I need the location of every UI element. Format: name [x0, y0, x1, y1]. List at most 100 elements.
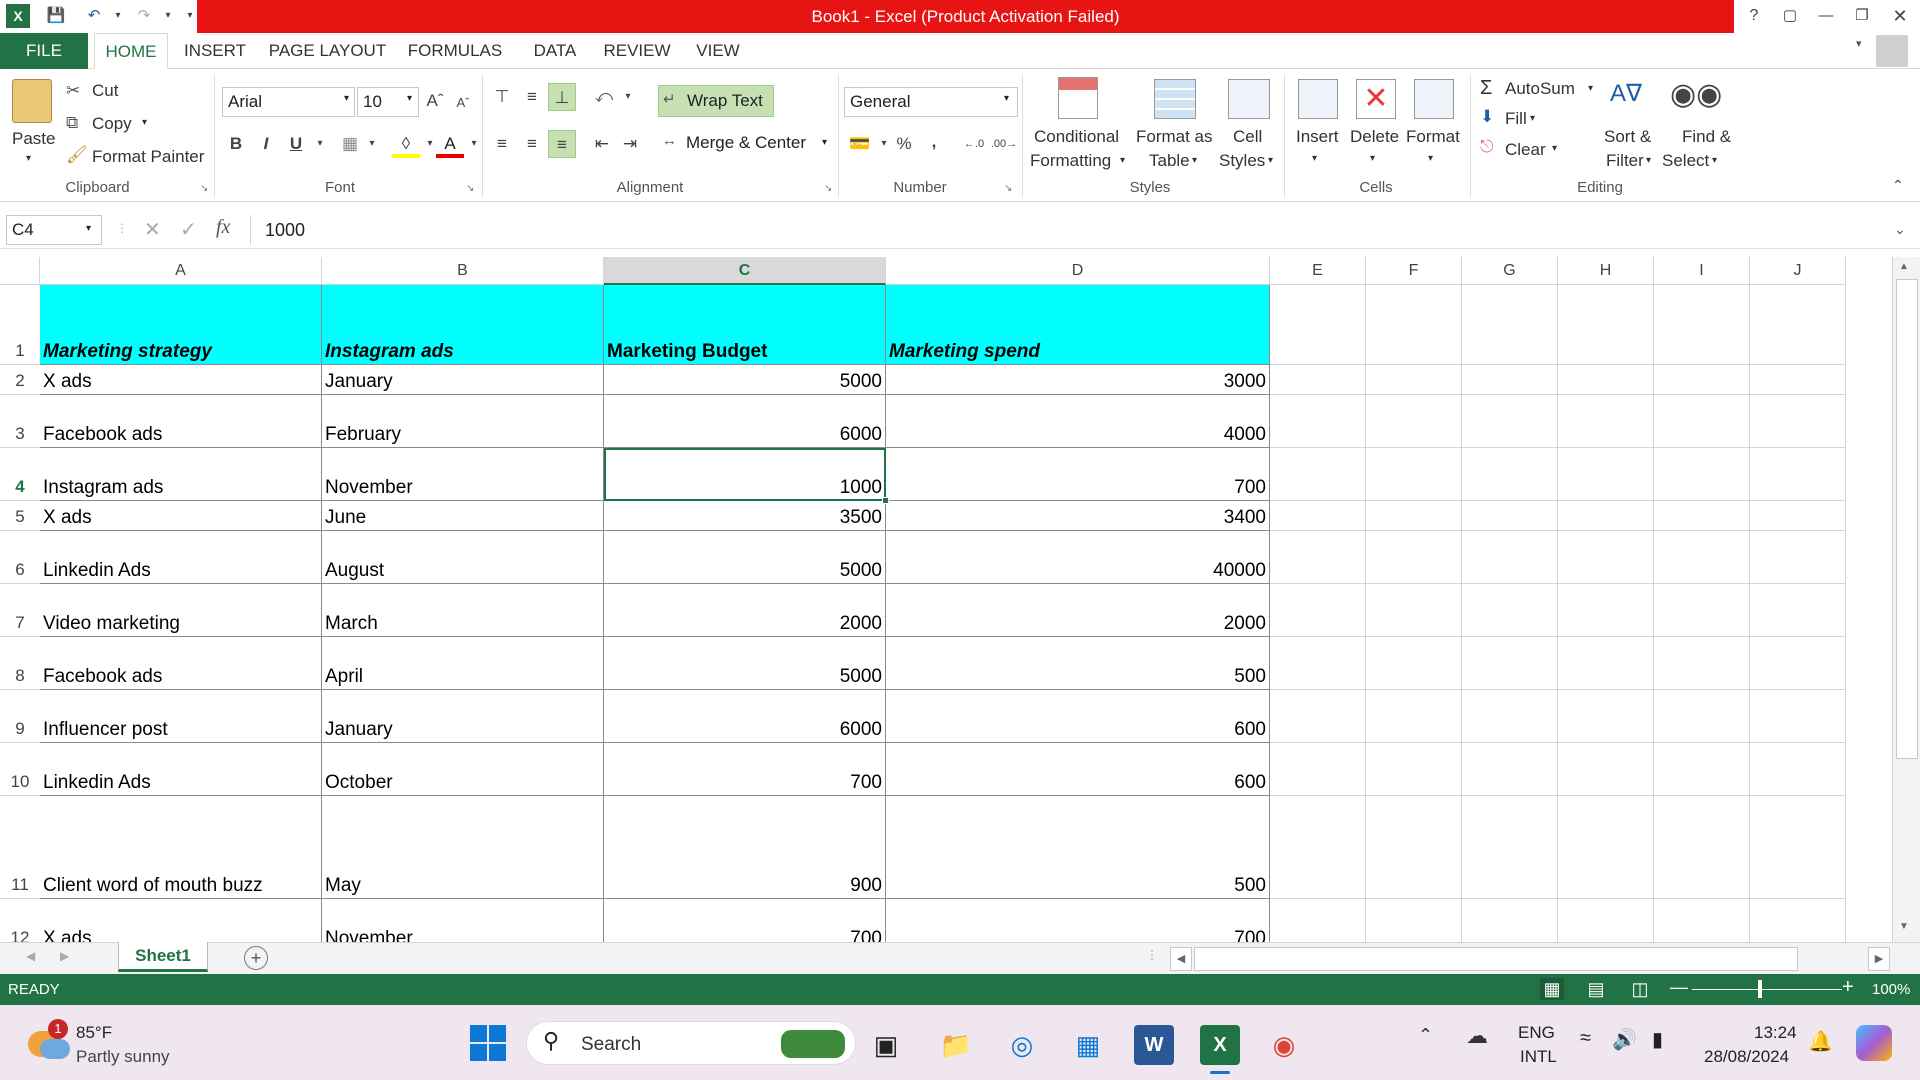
cell-j3[interactable] [1750, 395, 1846, 448]
format-cells-label[interactable]: Format [1406, 127, 1460, 147]
cell-a7[interactable]: Video marketing [40, 584, 322, 637]
page-layout-view-icon[interactable]: ▤ [1584, 978, 1608, 1000]
scroll-right-icon[interactable]: ▶ [1868, 947, 1890, 971]
cell-c5[interactable]: 3500 [604, 501, 886, 531]
show-hidden-icons[interactable]: ⌃ [1418, 1025, 1433, 1046]
horizontal-scroll-thumb[interactable] [1194, 947, 1798, 971]
cell-d9[interactable]: 600 [886, 690, 1270, 743]
start-button[interactable] [470, 1025, 506, 1061]
cell-b12[interactable]: November [322, 899, 604, 942]
cell-f4[interactable] [1366, 448, 1462, 501]
cell-a1[interactable]: Marketing strategy [40, 285, 322, 365]
cell-h7[interactable] [1558, 584, 1654, 637]
insert-cells-label[interactable]: Insert [1296, 127, 1339, 147]
cell-styles-label-1[interactable]: Cell [1233, 127, 1262, 147]
cell-a5[interactable]: X ads [40, 501, 322, 531]
find-select-label-2[interactable]: Select [1662, 151, 1709, 171]
file-explorer-icon[interactable]: 📁 [936, 1025, 976, 1065]
cell-g1[interactable] [1462, 285, 1558, 365]
cell-g7[interactable] [1462, 584, 1558, 637]
underline-dropdown-icon[interactable]: ▾ [306, 130, 334, 158]
format-as-table-dropdown-icon[interactable]: ▾ [1192, 155, 1197, 166]
sheet-scroll-right-icon[interactable]: ▶ [60, 949, 69, 963]
chrome-icon[interactable]: ◉ [1264, 1025, 1304, 1065]
new-sheet-icon[interactable]: + [244, 946, 268, 970]
cell-f1[interactable] [1366, 285, 1462, 365]
scroll-left-icon[interactable]: ◀ [1170, 947, 1192, 971]
delete-cells-icon[interactable]: ✕ [1356, 79, 1396, 119]
split-handle-icon[interactable]: ⋮ [1146, 948, 1158, 962]
clear-icon[interactable]: ⎋ [1480, 137, 1493, 157]
clear-dropdown-icon[interactable]: ▾ [1552, 143, 1557, 154]
zoom-out-icon[interactable]: — [1670, 977, 1688, 998]
insert-cells-icon[interactable] [1298, 79, 1338, 119]
cell-a3[interactable]: Facebook ads [40, 395, 322, 448]
cell-f8[interactable] [1366, 637, 1462, 690]
cell-e8[interactable] [1270, 637, 1366, 690]
binoculars-icon[interactable]: ◉◉ [1670, 77, 1722, 112]
save-icon[interactable]: 💾 [44, 4, 68, 28]
page-break-view-icon[interactable]: ◫ [1628, 978, 1652, 1000]
cell-f2[interactable] [1366, 365, 1462, 395]
cell-e5[interactable] [1270, 501, 1366, 531]
cell-d11[interactable]: 500 [886, 796, 1270, 899]
orientation-dropdown-icon[interactable]: ▾ [614, 83, 642, 111]
notification-bell-icon[interactable]: 🔔 [1808, 1029, 1833, 1054]
normal-view-icon[interactable]: ▦ [1540, 978, 1564, 1000]
cell-e9[interactable] [1270, 690, 1366, 743]
column-header-h[interactable]: H [1558, 257, 1654, 285]
cell-c12[interactable]: 700 [604, 899, 886, 942]
cell-i9[interactable] [1654, 690, 1750, 743]
scroll-up-icon[interactable]: ▲ [1899, 261, 1909, 272]
cell-f10[interactable] [1366, 743, 1462, 796]
cell-f3[interactable] [1366, 395, 1462, 448]
cell-b8[interactable]: April [322, 637, 604, 690]
insert-dropdown-icon[interactable]: ▾ [1312, 153, 1317, 164]
number-format-select[interactable]: General [844, 87, 1018, 117]
tab-formulas[interactable]: FORMULAS [405, 33, 505, 69]
cell-h8[interactable] [1558, 637, 1654, 690]
cell-c10[interactable]: 700 [604, 743, 886, 796]
scroll-down-icon[interactable]: ▼ [1899, 921, 1909, 932]
cell-h2[interactable] [1558, 365, 1654, 395]
format-as-table-icon[interactable] [1154, 79, 1196, 119]
cell-a2[interactable]: X ads [40, 365, 322, 395]
column-header-i[interactable]: I [1654, 257, 1750, 285]
word-icon[interactable]: W [1134, 1025, 1174, 1065]
cell-g4[interactable] [1462, 448, 1558, 501]
cell-f5[interactable] [1366, 501, 1462, 531]
column-header-j[interactable]: J [1750, 257, 1846, 285]
cell-e10[interactable] [1270, 743, 1366, 796]
cell-styles-dropdown-icon[interactable]: ▾ [1268, 155, 1273, 166]
cell-g10[interactable] [1462, 743, 1558, 796]
paste-button[interactable]: Paste [12, 129, 55, 149]
select-all-corner[interactable] [0, 257, 40, 285]
cell-b2[interactable]: January [322, 365, 604, 395]
language-line-1[interactable]: ENG [1518, 1023, 1555, 1043]
cell-i8[interactable] [1654, 637, 1750, 690]
cell-b6[interactable]: August [322, 531, 604, 584]
task-view-icon[interactable]: ▣ [866, 1025, 906, 1065]
clipboard-launcher-icon[interactable]: ↘ [200, 183, 208, 194]
cell-c3[interactable]: 6000 [604, 395, 886, 448]
cell-b1[interactable]: Instagram ads [322, 285, 604, 365]
cell-a12[interactable]: X ads [40, 899, 322, 942]
cell-e4[interactable] [1270, 448, 1366, 501]
cell-e6[interactable] [1270, 531, 1366, 584]
cell-a6[interactable]: Linkedin Ads [40, 531, 322, 584]
cell-e7[interactable] [1270, 584, 1366, 637]
fill-icon[interactable]: ⬇ [1480, 107, 1494, 127]
cell-e2[interactable] [1270, 365, 1366, 395]
tab-home[interactable]: HOME [94, 33, 168, 70]
cell-f12[interactable] [1366, 899, 1462, 942]
cell-b7[interactable]: March [322, 584, 604, 637]
ribbon-display-options-icon[interactable]: ▢ [1778, 4, 1802, 28]
row-header-10[interactable]: 10 [0, 743, 40, 796]
conditional-formatting-icon[interactable] [1058, 77, 1098, 119]
sort-filter-label-1[interactable]: Sort & [1604, 127, 1651, 147]
clock-time[interactable]: 13:24 [1754, 1023, 1797, 1043]
cell-a8[interactable]: Facebook ads [40, 637, 322, 690]
row-header-3[interactable]: 3 [0, 395, 40, 448]
help-icon[interactable]: ? [1742, 4, 1766, 28]
cell-c6[interactable]: 5000 [604, 531, 886, 584]
